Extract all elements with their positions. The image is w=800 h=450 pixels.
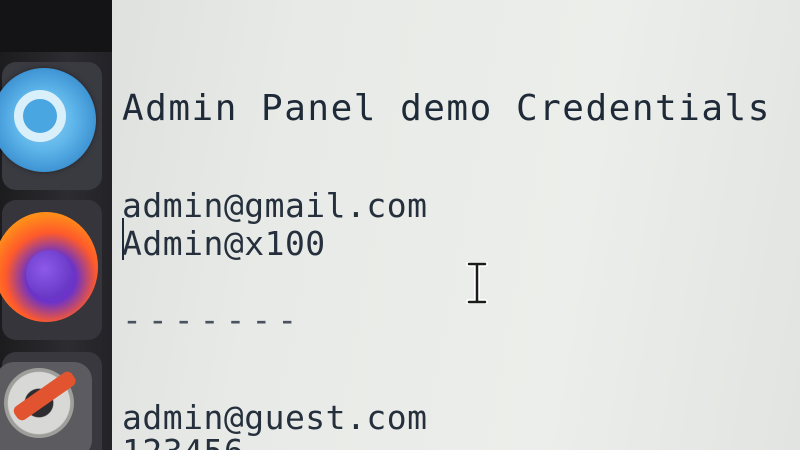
desktop-screen: Admin Panel demo Credentials admin@gmail… (0, 0, 800, 450)
settings-icon[interactable] (0, 362, 92, 450)
dock-item-firefox[interactable] (0, 200, 102, 340)
admin-password-line: Admin@x100 (122, 224, 326, 263)
credentials-heading: Admin Panel demo Credentials (122, 88, 771, 129)
application-dock (0, 0, 112, 450)
dock-item-chromium[interactable] (0, 62, 102, 190)
chromium-icon[interactable] (0, 68, 96, 172)
dock-top-area (0, 0, 112, 52)
admin-email-line: admin@gmail.com (122, 186, 428, 225)
text-caret (122, 218, 124, 260)
guest-password-line: 123456 (122, 432, 244, 450)
separator-line: ------- (122, 300, 304, 339)
text-editor-area[interactable]: Admin Panel demo Credentials admin@gmail… (112, 0, 800, 450)
firefox-icon[interactable] (0, 212, 98, 322)
ibeam-cursor-icon (466, 262, 488, 304)
dock-item-settings[interactable] (0, 352, 102, 450)
